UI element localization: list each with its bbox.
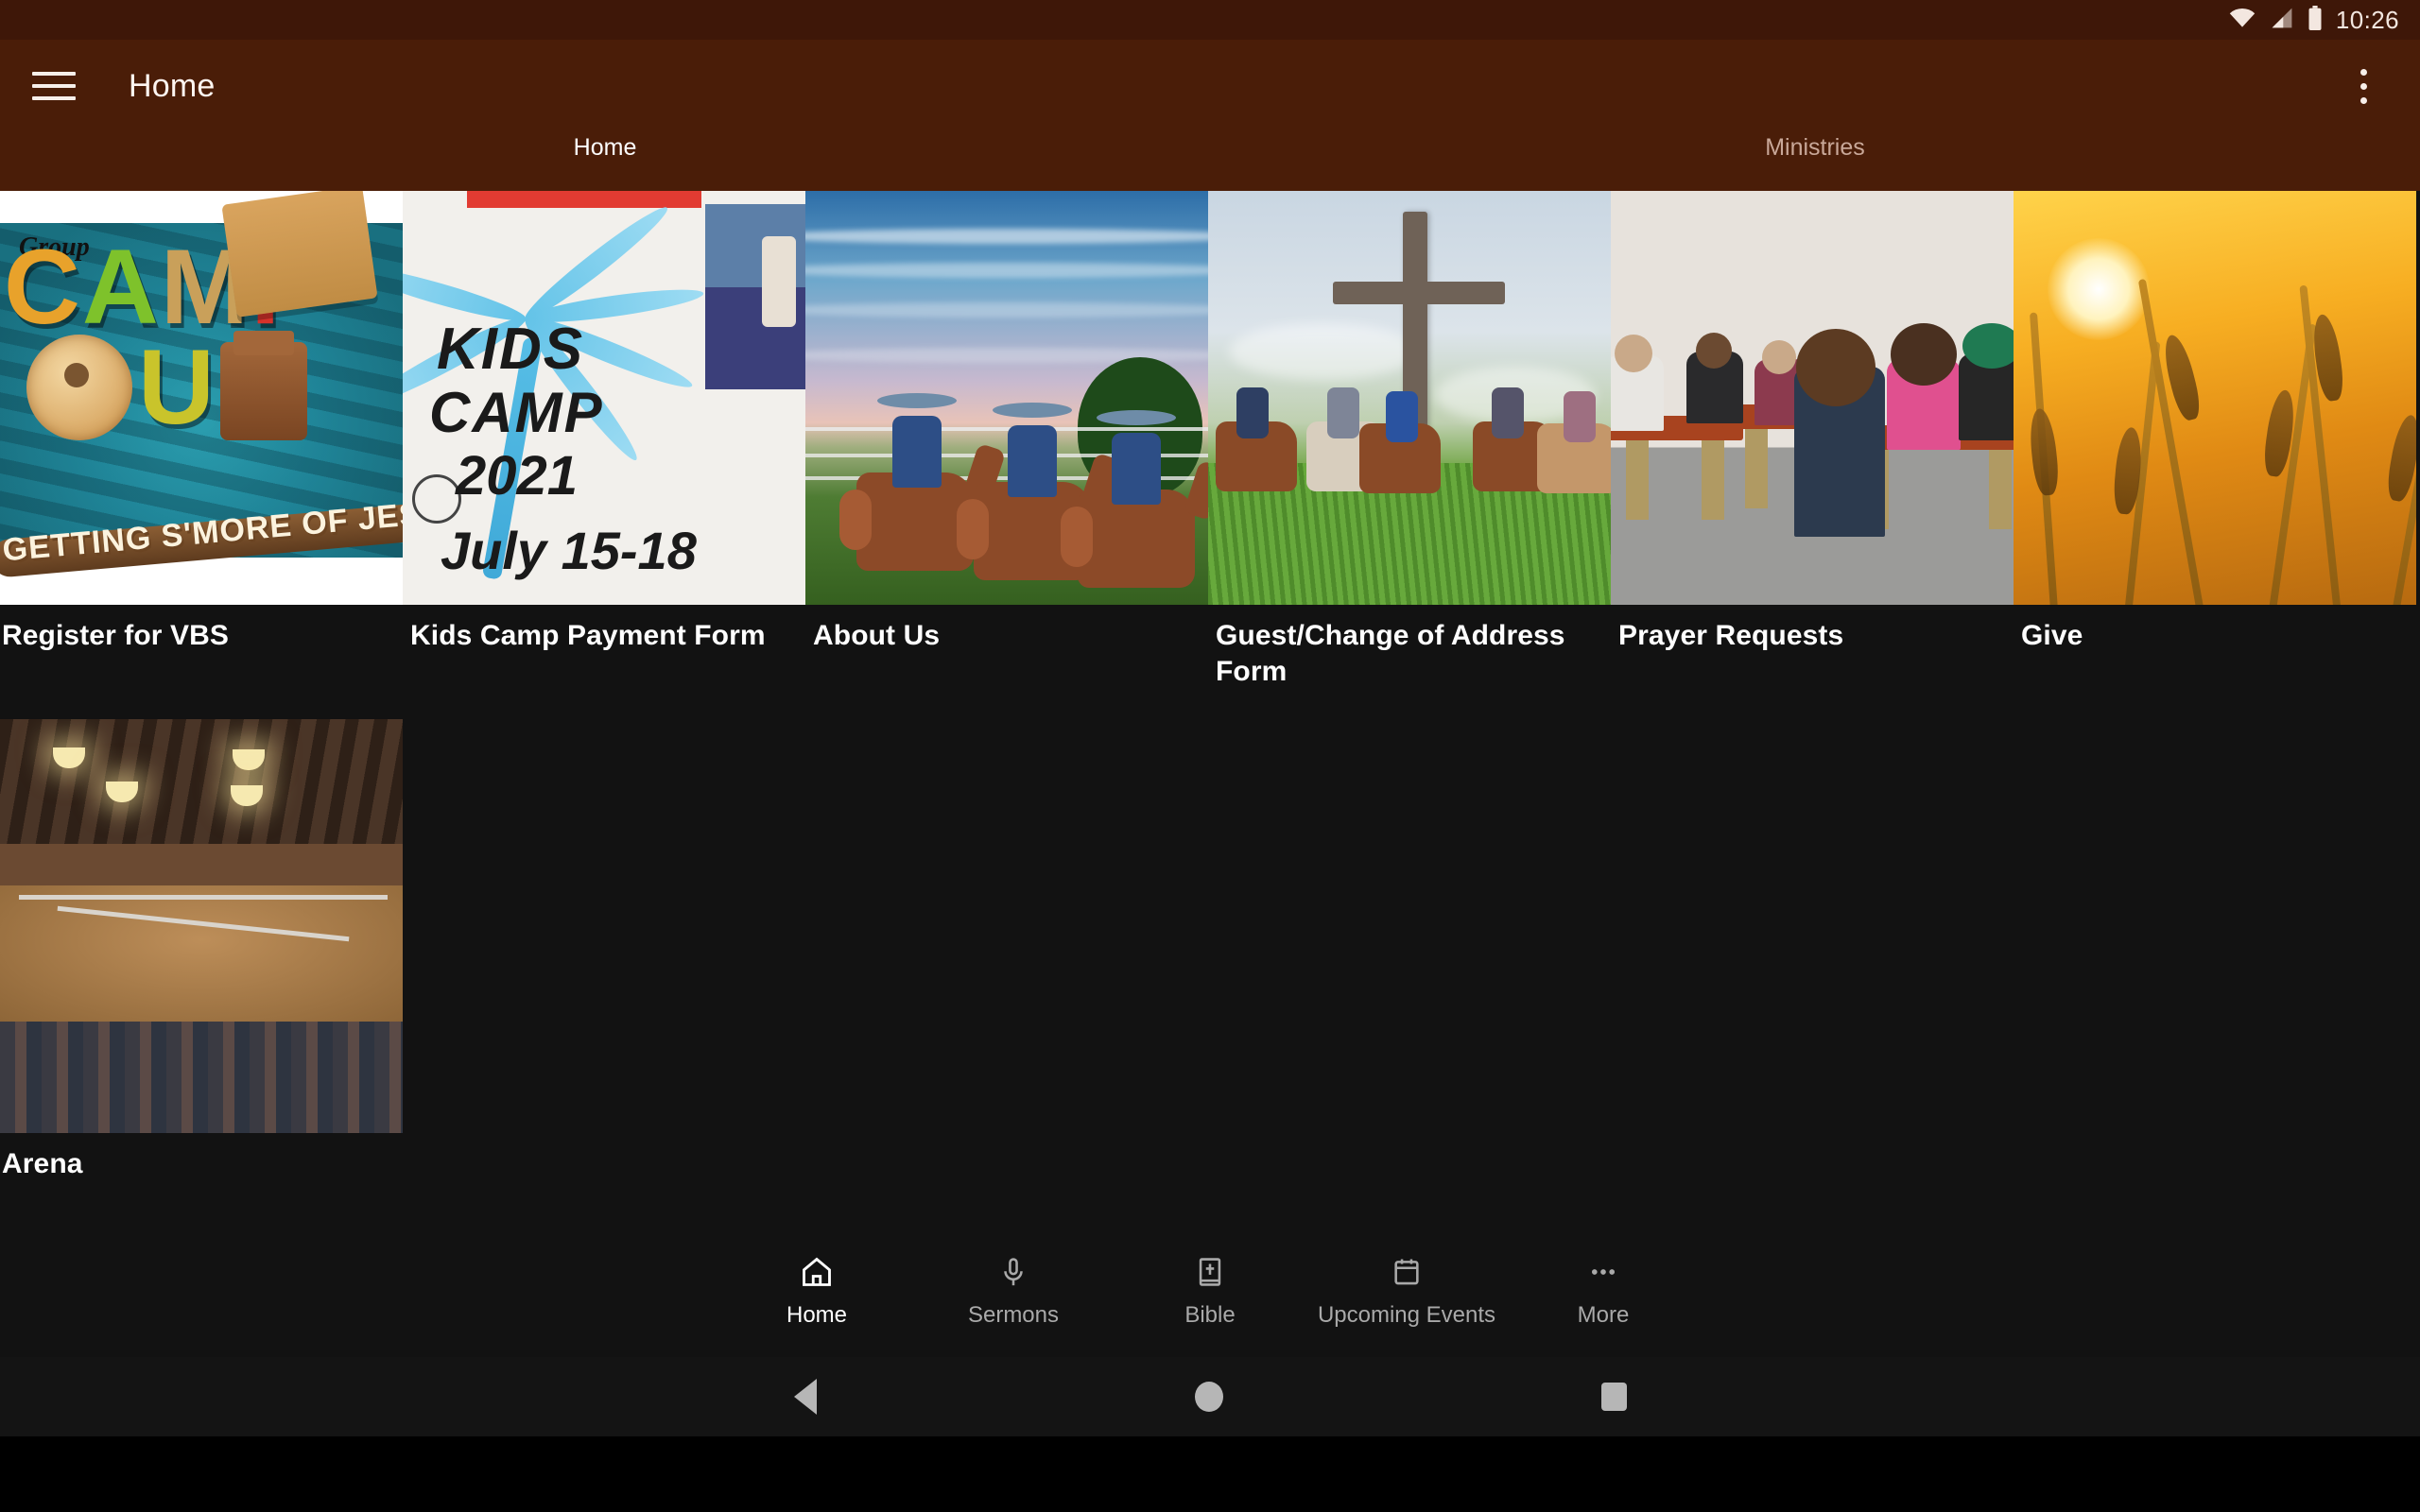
wooden-cross-with-riders-image[interactable] <box>1208 191 1611 605</box>
status-bar: 10:26 <box>0 0 2420 40</box>
tab-bar: Home Ministries <box>0 132 2420 191</box>
nav-label: More <box>1577 1302 1630 1328</box>
card-label: Guest/Change of Address Form <box>1216 620 1565 688</box>
kids-camp-2021-flyer-image[interactable]: KIDS CAMP 2021 July 15-18 <box>403 191 805 605</box>
overflow-menu-icon[interactable] <box>2339 61 2388 111</box>
bible-book-icon <box>1191 1253 1229 1291</box>
tab-ministries[interactable]: Ministries <box>1210 132 2420 162</box>
more-dots-icon <box>1584 1253 1622 1291</box>
kids-camp-line2: CAMP <box>429 381 604 444</box>
card-register-for-vbs[interactable]: Group C A M P U GETTING S'MORE OF JESU <box>0 191 403 691</box>
system-navigation-bar <box>0 1357 2420 1436</box>
content-area: Group C A M P U GETTING S'MORE OF JESU <box>0 191 2420 1357</box>
page-title: Home <box>129 67 216 104</box>
recents-button[interactable] <box>1600 1383 1627 1411</box>
kids-camp-line1: KIDS <box>437 317 585 382</box>
calendar-icon <box>1388 1253 1426 1291</box>
card-guest-change-of-address-form[interactable]: Guest/Change of Address Form <box>1208 191 1611 691</box>
nav-label: Bible <box>1184 1302 1236 1328</box>
nav-item-sermons[interactable]: Sermons <box>915 1253 1112 1329</box>
bottom-navigation-bar: Home Sermons Bible Upcoming Events More <box>0 1225 2420 1357</box>
battery-icon <box>2308 5 2323 35</box>
status-icons: 10:26 <box>2228 5 2399 35</box>
home-icon <box>798 1253 836 1291</box>
card-arena[interactable]: Arena <box>0 718 403 1182</box>
status-bar-clock: 10:26 <box>2335 5 2399 34</box>
golden-wheat-field-sunset-image[interactable] <box>2014 191 2416 605</box>
card-prayer-requests[interactable]: Prayer Requests <box>1611 191 2014 691</box>
nav-label: Home <box>786 1302 848 1328</box>
children-praying-at-benches-image[interactable] <box>1611 191 2014 605</box>
cowboys-riding-at-dusk-image[interactable] <box>805 191 1208 605</box>
nav-item-home[interactable]: Home <box>718 1253 915 1329</box>
nav-item-more[interactable]: More <box>1505 1253 1702 1329</box>
tab-home[interactable]: Home <box>0 132 1210 162</box>
card-label: About Us <box>813 620 941 651</box>
card-grid: Group C A M P U GETTING S'MORE OF JESU <box>0 191 2420 1190</box>
home-button[interactable] <box>1194 1382 1223 1412</box>
hamburger-menu-icon[interactable] <box>32 64 76 108</box>
nav-item-bible[interactable]: Bible <box>1112 1253 1308 1329</box>
card-label: Register for VBS <box>2 620 229 651</box>
nav-label: Upcoming Events <box>1317 1302 1496 1328</box>
microphone-icon <box>994 1253 1032 1291</box>
cellular-signal-icon <box>2270 7 2294 34</box>
indoor-rodeo-arena-image[interactable] <box>0 718 403 1133</box>
back-button[interactable] <box>793 1379 817 1415</box>
nav-item-upcoming-events[interactable]: Upcoming Events <box>1308 1253 1505 1329</box>
card-label: Arena <box>2 1147 83 1179</box>
card-give[interactable]: Give <box>2014 191 2416 691</box>
kids-camp-line4: July 15-18 <box>441 521 697 580</box>
wifi-icon <box>2228 7 2256 34</box>
card-about-us[interactable]: About Us <box>805 191 1208 691</box>
card-kids-camp-payment-form[interactable]: KIDS CAMP 2021 July 15-18 Kids Camp Paym… <box>403 191 805 691</box>
vbs-camp-out-poster-image[interactable]: Group C A M P U GETTING S'MORE OF JESU <box>0 191 403 605</box>
card-label: Prayer Requests <box>1618 620 1844 651</box>
app-bar: Home <box>0 40 2420 132</box>
nav-label: Sermons <box>967 1302 1060 1328</box>
card-label: Give <box>2021 620 2083 651</box>
kids-camp-line3: 2021 <box>456 445 579 507</box>
card-label: Kids Camp Payment Form <box>410 620 766 651</box>
